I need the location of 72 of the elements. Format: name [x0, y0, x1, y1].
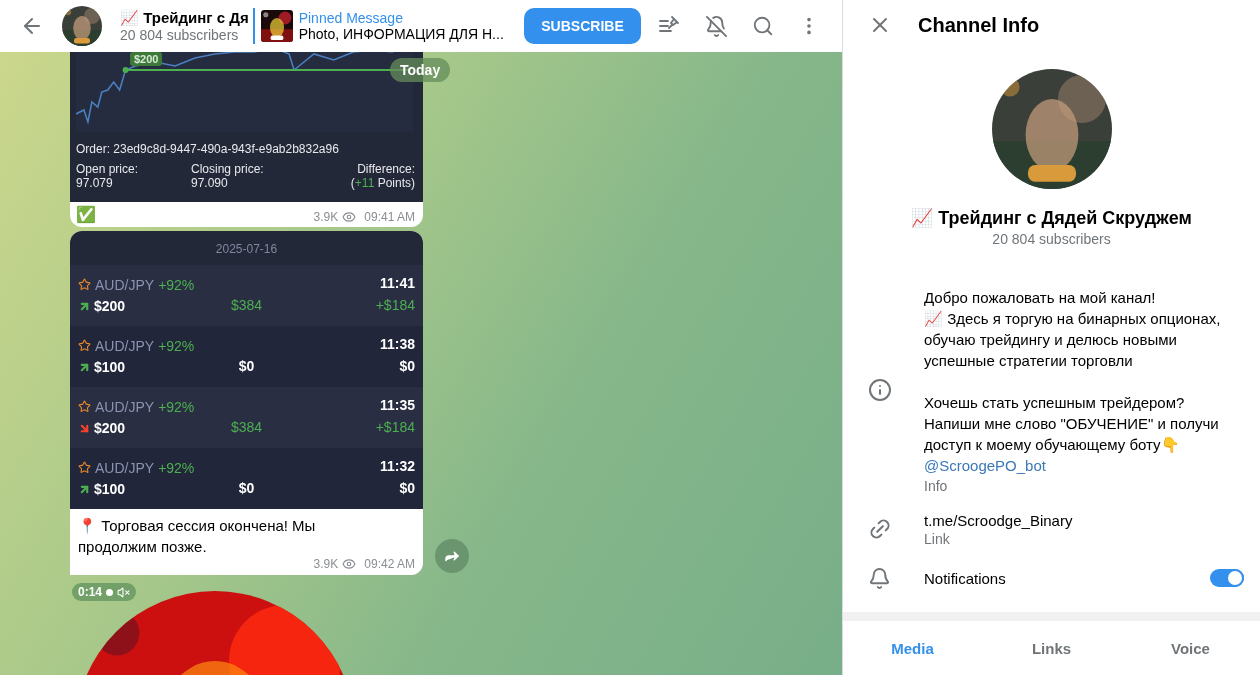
- payout-percent: +92%: [158, 398, 195, 415]
- trade-amount: $200: [94, 420, 126, 437]
- subscribe-button[interactable]: SUBSCRIBE: [524, 8, 641, 44]
- info-icon: [868, 378, 892, 403]
- check-mark-caption: ✅: [76, 205, 97, 224]
- message-time: 09:41 AM: [364, 210, 415, 224]
- notifications-label: Notifications: [924, 569, 1006, 587]
- open-price-label: Open price:: [76, 162, 139, 176]
- closing-price-value: 97.090: [191, 176, 228, 190]
- closing-price-label: Closing price:: [191, 162, 264, 176]
- eye-icon: [342, 557, 357, 571]
- currency-pair: AUD/JPY: [95, 337, 155, 354]
- trade-profit: +$184: [374, 418, 415, 437]
- trade-result: $384: [229, 418, 264, 437]
- trade-profit: $0: [398, 479, 415, 498]
- star-icon: [78, 400, 91, 414]
- payout-percent: +92%: [158, 337, 195, 354]
- pinned-message[interactable]: Pinned Message Photo, ИНФОРМАЦИЯ ДЛЯ Н...: [252, 8, 504, 44]
- subscriber-count: 20 804 subscribers: [120, 27, 240, 43]
- channel-link[interactable]: t.me/Scroodge_Binary: [924, 511, 1244, 529]
- trade-time: 11:41: [378, 275, 415, 293]
- recording-dot-icon: [106, 588, 114, 596]
- open-price-value: 97.079: [76, 176, 113, 190]
- bot-link[interactable]: @ScroogePO_bot: [924, 454, 1046, 476]
- channel-name: 📈 Трейдинг с Дядей Скруджем: [911, 206, 1192, 229]
- tab[interactable]: Media: [843, 638, 982, 658]
- trade-result: $0: [237, 357, 256, 376]
- panel-title: Channel Info: [918, 13, 1040, 37]
- currency-pair: AUD/JPY: [95, 459, 155, 476]
- view-count: 3.9K: [313, 210, 339, 224]
- trade-result: $384: [229, 296, 264, 315]
- trade-amount: $100: [94, 481, 126, 498]
- eye-icon: [342, 210, 357, 224]
- star-icon: [78, 339, 91, 353]
- view-count: 3.9K: [313, 557, 339, 571]
- forward-button[interactable]: [435, 539, 469, 573]
- star-icon: [78, 461, 91, 475]
- payout-percent: +92%: [158, 276, 195, 293]
- trade-profit: $0: [398, 357, 415, 376]
- info-label: Info: [924, 477, 949, 494]
- difference-label: Difference:: [357, 162, 415, 176]
- tab[interactable]: Voice: [1121, 638, 1260, 658]
- trade-time: 11:32: [378, 458, 415, 476]
- trade-amount: $100: [94, 359, 126, 376]
- date-badge: Today: [390, 58, 451, 82]
- message-text: 📍 Торговая сессия окончена! Мы продолжим позже.: [78, 516, 317, 557]
- bell-icon: [868, 566, 891, 590]
- subscriber-count: 20 804 subscribers: [992, 230, 1111, 247]
- trade-time: 11:35: [378, 397, 415, 415]
- trade-date: 2025-07-16: [215, 242, 278, 256]
- message-time: 09:42 AM: [364, 557, 415, 571]
- payout-percent: +92%: [158, 459, 195, 476]
- search-icon[interactable]: [752, 14, 774, 38]
- currency-pair: AUD/JPY: [95, 398, 155, 415]
- pinned-text: Photo, ИНФОРМАЦИЯ ДЛЯ Н...: [298, 26, 504, 42]
- channel-name: 📈 Трейдинг с Дя: [120, 9, 249, 27]
- channel-description: Добро пожаловать на мой канал! 📈 Здесь я торгую на бинарных опционах, обучаю трейдингу и делюсь новыми успешные стратегии торговли Хочешь стать успешным трейдером? Напиши мне слово "ОБУЧЕНИЕ" и получи доступ к моему обучающему боту👇: [924, 287, 1222, 455]
- trade-amount: $200: [94, 298, 126, 315]
- trade-result: $0: [237, 479, 256, 498]
- star-icon: [78, 278, 91, 292]
- tab[interactable]: Links: [982, 638, 1121, 658]
- link-label: Link: [924, 530, 951, 547]
- currency-pair: AUD/JPY: [95, 276, 155, 293]
- order-id: Order: 23ed9c8d-9447-490a-943f-e9ab2b832a96: [75, 141, 340, 158]
- pinned-title: Pinned Message: [298, 10, 404, 26]
- trade-profit: +$184: [374, 296, 415, 315]
- video-duration: 0:14: [78, 585, 103, 599]
- notifications-toggle[interactable]: [1210, 569, 1244, 588]
- chart-price-label: $200: [130, 52, 163, 66]
- trade-time: 11:38: [378, 336, 415, 354]
- bell-off-icon[interactable]: [705, 14, 728, 38]
- difference-value: (+11 Points): [350, 176, 415, 190]
